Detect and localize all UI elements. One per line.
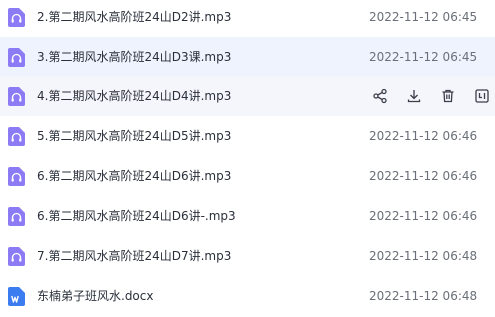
file-date: 2022-11-12 06:45 [369, 50, 478, 64]
more-icon[interactable] [471, 85, 493, 107]
file-name: 2.第二期风水高阶班24山D2讲.mp3 [37, 10, 232, 24]
file-name: 5.第二期风水高阶班24山D5讲.mp3 [37, 129, 232, 143]
audio-file-icon [8, 167, 25, 186]
file-date: 2022-11-12 06:45 [369, 10, 478, 24]
audio-file-icon [8, 48, 25, 67]
file-row[interactable]: 6.第二期风水高阶班24山D6讲-.mp3 2022-11-12 06:46 [0, 196, 495, 236]
file-row[interactable]: 6.第二期风水高阶班24山D6讲.mp3 2022-11-12 06:46 [0, 156, 495, 196]
audio-file-icon [8, 8, 25, 27]
file-name: 6.第二期风水高阶班24山D6讲.mp3 [37, 169, 232, 183]
audio-file-icon [8, 87, 25, 106]
file-date: 2022-11-12 06:48 [369, 249, 478, 263]
audio-file-icon [8, 207, 25, 226]
audio-file-icon [8, 247, 25, 266]
delete-icon[interactable] [437, 85, 459, 107]
file-name: 7.第二期风水高阶班24山D7讲.mp3 [37, 249, 232, 263]
file-date: 2022-11-12 06:46 [369, 169, 478, 183]
file-date: 2022-11-12 06:46 [369, 209, 478, 223]
file-date: 2022-11-12 06:46 [369, 129, 478, 143]
audio-file-icon [8, 127, 25, 146]
file-list: 2.第二期风水高阶班24山D2讲.mp3 2022-11-12 06:45 3.… [0, 0, 495, 317]
file-row[interactable]: 7.第二期风水高阶班24山D7讲.mp3 2022-11-12 06:48 [0, 236, 495, 276]
file-row[interactable]: 5.第二期风水高阶班24山D5讲.mp3 2022-11-12 06:46 [0, 116, 495, 156]
file-name: 6.第二期风水高阶班24山D6讲-.mp3 [37, 209, 236, 223]
file-row-selected[interactable]: 3.第二期风水高阶班24山D3课.mp3 2022-11-12 06:45 [0, 37, 495, 77]
file-name: 3.第二期风水高阶班24山D3课.mp3 [37, 50, 232, 64]
file-row[interactable]: 2.第二期风水高阶班24山D2讲.mp3 2022-11-12 06:45 [0, 0, 495, 37]
file-row-hovered[interactable]: 4.第二期风水高阶班24山D4讲.mp3 [0, 76, 495, 116]
download-icon[interactable] [403, 85, 425, 107]
file-date: 2022-11-12 06:48 [369, 289, 478, 303]
word-file-icon [8, 287, 25, 306]
row-actions [369, 85, 495, 107]
file-row[interactable]: 东楠弟子班风水.docx 2022-11-12 06:48 [0, 276, 495, 316]
file-name: 4.第二期风水高阶班24山D4讲.mp3 [37, 89, 232, 103]
file-name: 东楠弟子班风水.docx [37, 289, 154, 303]
share-icon[interactable] [369, 85, 391, 107]
